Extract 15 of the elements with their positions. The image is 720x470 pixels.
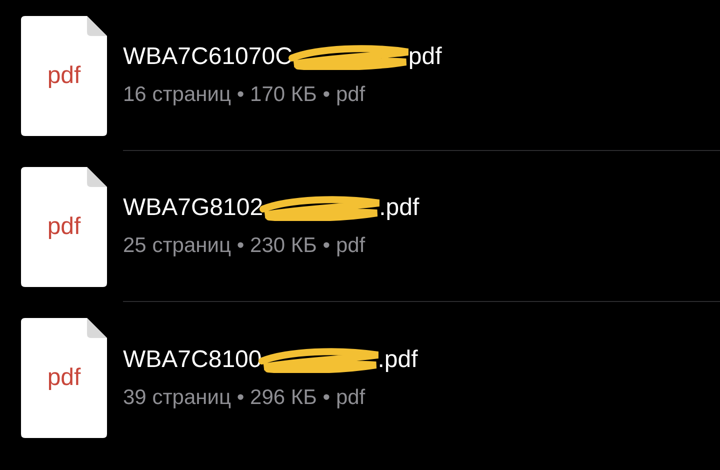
file-type-label: pdf bbox=[47, 366, 81, 390]
folded-corner-icon bbox=[87, 166, 107, 186]
file-name: WBA7C8100 bbox=[123, 344, 262, 375]
file-extension: .pdf bbox=[378, 344, 418, 375]
folded-corner-icon bbox=[87, 318, 107, 338]
file-details: 16 страниц • 170 КБ • pdf bbox=[123, 82, 366, 108]
file-type-label: pdf bbox=[47, 64, 81, 88]
file-extension: pdf bbox=[408, 42, 442, 72]
file-details: 39 страниц • 296 КБ • pdf bbox=[123, 384, 366, 411]
file-details: 25 страниц • 230 КБ • pdf bbox=[123, 233, 366, 260]
file-type-label: pdf bbox=[47, 214, 81, 238]
file-name: WBA7C61070C bbox=[123, 42, 292, 72]
file-name: WBA7G8102 bbox=[123, 193, 264, 224]
file-extension: .pdf bbox=[379, 193, 420, 224]
folded-corner-icon bbox=[87, 16, 107, 36]
